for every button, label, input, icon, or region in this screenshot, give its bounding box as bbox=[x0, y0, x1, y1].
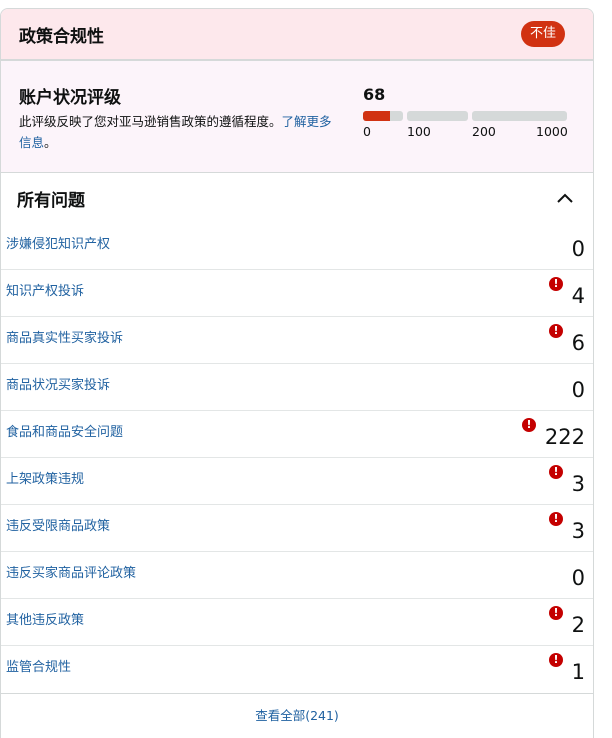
status-badge: 不佳 bbox=[520, 21, 565, 47]
exclamation-icon: ! bbox=[549, 465, 563, 479]
issue-row[interactable]: 商品真实性买家投诉 ! 6 bbox=[1, 317, 593, 364]
exclamation-icon: ! bbox=[549, 653, 563, 667]
rating-score: 68 bbox=[363, 85, 386, 104]
issue-row[interactable]: 商品状况买家投诉 0 bbox=[1, 364, 593, 411]
issue-label[interactable]: 违反买家商品评论政策 bbox=[6, 562, 136, 581]
rating-bar-segment-mid bbox=[407, 111, 468, 121]
rating-description-text: 此评级反映了您对亚马逊销售政策的遵循程度。 bbox=[19, 114, 282, 129]
issue-count: 4 bbox=[571, 284, 585, 308]
issue-row[interactable]: 监管合规性 ! 1 bbox=[1, 646, 593, 693]
issue-count: 0 bbox=[571, 237, 585, 261]
all-issues-title: 所有问题 bbox=[17, 190, 85, 211]
issue-count: 6 bbox=[571, 331, 585, 355]
card-title: 政策合规性 bbox=[19, 26, 104, 47]
account-health-rating: 账户状况评级 此评级反映了您对亚马逊销售政策的遵循程度。了解更多信息。 68 0… bbox=[1, 61, 593, 173]
issue-row[interactable]: 食品和商品安全问题 ! 222 bbox=[1, 411, 593, 458]
issue-count: 2 bbox=[571, 613, 585, 637]
rating-description: 此评级反映了您对亚马逊销售政策的遵循程度。了解更多信息。 bbox=[19, 111, 337, 153]
issue-row[interactable]: 上架政策违规 ! 3 bbox=[1, 458, 593, 505]
view-all-link[interactable]: 查看全部(241) bbox=[255, 705, 339, 724]
exclamation-icon: ! bbox=[549, 277, 563, 291]
issue-count: 0 bbox=[571, 566, 585, 590]
rating-tick: 0 bbox=[363, 124, 371, 139]
issue-row[interactable]: 知识产权投诉 ! 4 bbox=[1, 270, 593, 317]
issue-list: 涉嫌侵犯知识产权 0 知识产权投诉 ! 4 商品真实性买家投诉 ! 6 商品状况… bbox=[1, 223, 593, 693]
issue-row[interactable]: 违反受限商品政策 ! 3 bbox=[1, 505, 593, 552]
rating-tick: 100 bbox=[407, 124, 431, 139]
issue-label[interactable]: 上架政策违规 bbox=[6, 468, 84, 487]
rating-tick: 200 bbox=[472, 124, 496, 139]
issue-label[interactable]: 监管合规性 bbox=[6, 656, 71, 675]
rating-bar-fill bbox=[363, 111, 390, 121]
issue-label[interactable]: 涉嫌侵犯知识产权 bbox=[6, 233, 110, 252]
issue-row[interactable]: 违反买家商品评论政策 0 bbox=[1, 552, 593, 599]
issue-label[interactable]: 知识产权投诉 bbox=[6, 280, 84, 299]
issue-label[interactable]: 食品和商品安全问题 bbox=[6, 421, 123, 440]
policy-compliance-card: 政策合规性 不佳 账户状况评级 此评级反映了您对亚马逊销售政策的遵循程度。了解更… bbox=[0, 8, 594, 738]
issue-row[interactable]: 涉嫌侵犯知识产权 0 bbox=[1, 223, 593, 270]
exclamation-icon: ! bbox=[549, 606, 563, 620]
issue-label[interactable]: 其他违反政策 bbox=[6, 609, 84, 628]
issue-count: 3 bbox=[571, 472, 585, 496]
chevron-up-icon[interactable] bbox=[555, 188, 575, 208]
issue-label[interactable]: 商品真实性买家投诉 bbox=[6, 327, 123, 346]
issue-label[interactable]: 违反受限商品政策 bbox=[6, 515, 110, 534]
exclamation-icon: ! bbox=[549, 324, 563, 338]
rating-bar-segment-high bbox=[472, 111, 567, 121]
card-footer: 查看全部(241) bbox=[1, 693, 593, 735]
issue-row[interactable]: 其他违反政策 ! 2 bbox=[1, 599, 593, 646]
rating-description-suffix: 。 bbox=[44, 135, 57, 150]
issue-count: 1 bbox=[571, 660, 585, 684]
issue-count: 3 bbox=[571, 519, 585, 543]
issue-count: 222 bbox=[544, 425, 585, 449]
card-header: 政策合规性 不佳 bbox=[1, 9, 593, 61]
rating-tick: 1000 bbox=[536, 124, 568, 139]
exclamation-icon: ! bbox=[522, 418, 536, 432]
exclamation-icon: ! bbox=[549, 512, 563, 526]
issue-label[interactable]: 商品状况买家投诉 bbox=[6, 374, 110, 393]
issue-count: 0 bbox=[571, 378, 585, 402]
rating-bar-segment-low bbox=[363, 111, 403, 121]
rating-title: 账户状况评级 bbox=[19, 88, 121, 108]
all-issues-header[interactable]: 所有问题 bbox=[1, 173, 593, 223]
